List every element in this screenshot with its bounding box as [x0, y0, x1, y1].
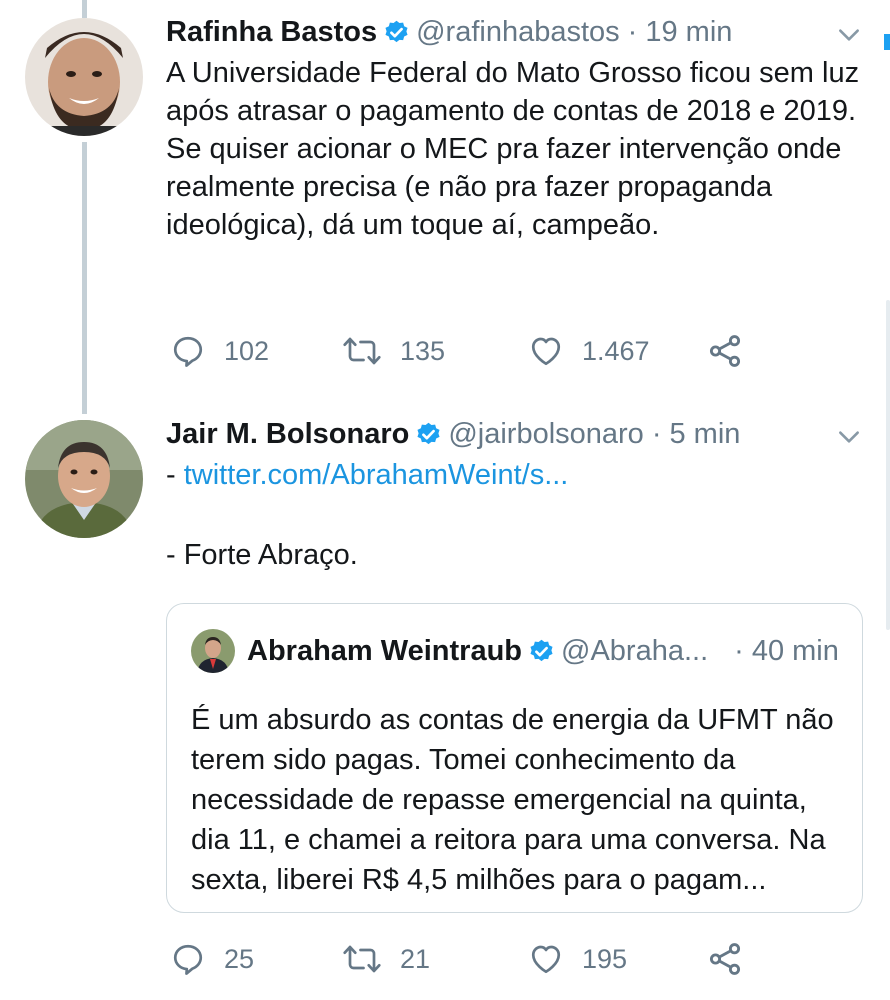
retweet-count: 135 — [400, 335, 446, 366]
avatar[interactable] — [25, 18, 143, 136]
verified-icon — [385, 20, 408, 42]
share-icon — [709, 943, 741, 975]
verified-icon — [417, 422, 440, 444]
username[interactable]: @rafinhabastos — [416, 16, 620, 49]
share-button[interactable] — [706, 939, 762, 979]
reply-count: 102 — [224, 335, 270, 366]
tweet-rafinha[interactable]: Rafinha Bastos @rafinhabastos · 19 min A… — [0, 0, 890, 400]
verified-icon — [530, 639, 553, 661]
quoted-tweet[interactable]: Abraham Weintraub @Abraha... · 40 min É … — [166, 603, 863, 913]
like-count: 1.467 — [582, 335, 650, 366]
retweet-button[interactable]: 135 — [342, 331, 445, 371]
tweet-actions: 25 21 195 — [170, 939, 790, 979]
tweet-text: A Universidade Federal do Mato Grosso fi… — [166, 57, 860, 241]
reply-button[interactable]: 102 — [170, 331, 269, 371]
quoted-avatar — [191, 629, 235, 673]
retweet-count: 21 — [400, 943, 431, 974]
quoted-tweet-text: É um absurdo as contas de energia da UFM… — [191, 704, 834, 896]
avatar[interactable] — [25, 420, 143, 538]
chevron-down-icon[interactable] — [836, 424, 862, 450]
timestamp[interactable]: 19 min — [645, 16, 732, 49]
share-button[interactable] — [706, 331, 762, 371]
retweet-icon — [343, 945, 381, 973]
retweet-icon — [343, 337, 381, 365]
quoted-username: @Abraha... — [561, 634, 709, 667]
like-button[interactable]: 195 — [528, 939, 627, 979]
like-icon — [531, 945, 561, 974]
reply-icon — [173, 336, 203, 367]
reply-button[interactable]: 25 — [170, 939, 254, 979]
reply-count: 25 — [224, 943, 255, 974]
separator-dot: · — [627, 15, 638, 48]
like-count: 195 — [582, 943, 628, 974]
tweet-text: - twitter.com/AbrahamWeint/s... — [166, 456, 866, 494]
quoted-timestamp: 40 min — [751, 634, 839, 667]
username[interactable]: @jairbolsonaro — [448, 418, 643, 451]
like-button[interactable]: 1.467 — [528, 331, 650, 371]
reply-icon — [173, 944, 203, 975]
tweet-header: Rafinha Bastos @rafinhabastos · 19 min — [166, 12, 890, 52]
display-name[interactable]: Rafinha Bastos — [166, 16, 377, 49]
retweet-button[interactable]: 21 — [342, 939, 430, 979]
tweet-header: Jair M. Bolsonaro @jairbolsonaro · 5 min — [166, 414, 890, 454]
chevron-down-icon[interactable] — [836, 22, 862, 48]
timestamp[interactable]: 5 min — [669, 418, 740, 451]
display-name[interactable]: Jair M. Bolsonaro — [166, 418, 409, 451]
quoted-tweet-header: Abraham Weintraub @Abraha... · 40 min — [191, 628, 842, 674]
separator-dot: · — [651, 417, 662, 450]
tweet-text-line-2: - Forte Abraço. — [166, 539, 358, 571]
line-prefix: - — [166, 459, 184, 491]
separator-dot: · — [734, 634, 744, 667]
share-icon — [709, 335, 741, 367]
quoted-display-name: Abraham Weintraub — [247, 634, 523, 667]
tweet-actions: 102 135 1.467 — [170, 331, 790, 371]
tweet-link[interactable]: twitter.com/AbrahamWeint/s... — [184, 459, 569, 491]
like-icon — [531, 337, 561, 366]
